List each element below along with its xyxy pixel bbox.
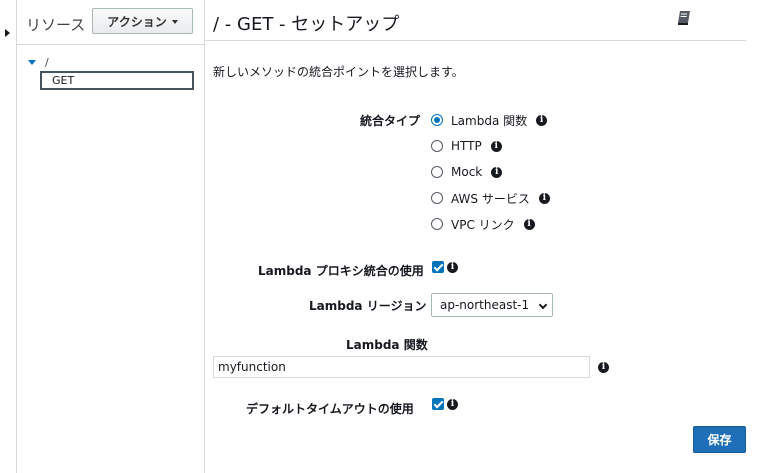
resources-title: リソース [26,16,86,34]
radio-button[interactable] [431,166,443,178]
chevron-down-icon [538,300,548,310]
radio-aws-service[interactable]: AWS サービス i [431,190,550,206]
default-timeout-checkbox-row[interactable]: i [432,398,458,410]
integration-type-label: 統合タイプ [360,114,421,128]
radio-label: VPC リンク [451,217,515,232]
book-icon[interactable] [676,10,692,26]
info-icon[interactable]: i [447,398,458,410]
lambda-proxy-label: Lambda プロキシ統合の使用 [258,264,424,278]
info-icon[interactable]: i [523,218,535,230]
radio-button[interactable] [431,114,443,126]
lambda-proxy-checkbox-row[interactable]: i [432,261,458,273]
lambda-region-value: ap-northeast-1 [440,298,530,312]
intro-text: 新しいメソッドの統合ポイントを選択します。 [213,65,464,79]
info-icon[interactable]: i [598,362,609,373]
info-icon[interactable]: i [447,261,458,273]
radio-mock[interactable]: Mock i [431,164,503,180]
lambda-function-label: Lambda 関数 [346,338,428,352]
radio-label: AWS サービス [451,191,530,206]
default-timeout-label: デフォルトタイムアウトの使用 [246,402,414,416]
collapse-panel-strip[interactable] [0,0,17,473]
tree-item-get-method[interactable]: GET [40,71,194,90]
lambda-proxy-checkbox[interactable] [432,261,444,273]
radio-label: Lambda 関数 [451,113,528,128]
lambda-region-select[interactable]: ap-northeast-1 [431,293,553,317]
radio-vpc-link[interactable]: VPC リンク i [431,216,535,232]
main-header: / - GET - セットアップ [205,0,746,41]
actions-dropdown-button[interactable]: アクション [92,8,193,34]
caret-right-icon[interactable] [5,29,10,37]
save-button[interactable]: 保存 [693,426,746,453]
expand-triangle-icon[interactable] [28,60,36,65]
lambda-region-label: Lambda リージョン [309,299,427,313]
radio-button[interactable] [431,140,443,152]
resources-panel: リソース アクション / GET [17,0,205,473]
tree-item-root[interactable]: / [28,56,49,69]
info-icon[interactable]: i [491,166,503,178]
lambda-function-input[interactable] [213,356,590,378]
radio-lambda-function[interactable]: Lambda 関数 i [431,112,548,128]
radio-button[interactable] [431,192,443,204]
resources-header: リソース アクション [17,0,205,45]
radio-http[interactable]: HTTP i [431,138,502,154]
radio-button[interactable] [431,218,443,230]
actions-button-label: アクション [107,14,167,29]
default-timeout-checkbox[interactable] [432,398,444,410]
radio-label: Mock [451,165,483,179]
tree-root-label: / [45,56,49,69]
radio-label: HTTP [451,139,482,153]
info-icon[interactable]: i [490,140,502,152]
info-icon[interactable]: i [536,114,548,126]
page-title: / - GET - セットアップ [213,14,400,35]
info-icon[interactable]: i [538,192,550,204]
chevron-down-icon [171,19,178,24]
